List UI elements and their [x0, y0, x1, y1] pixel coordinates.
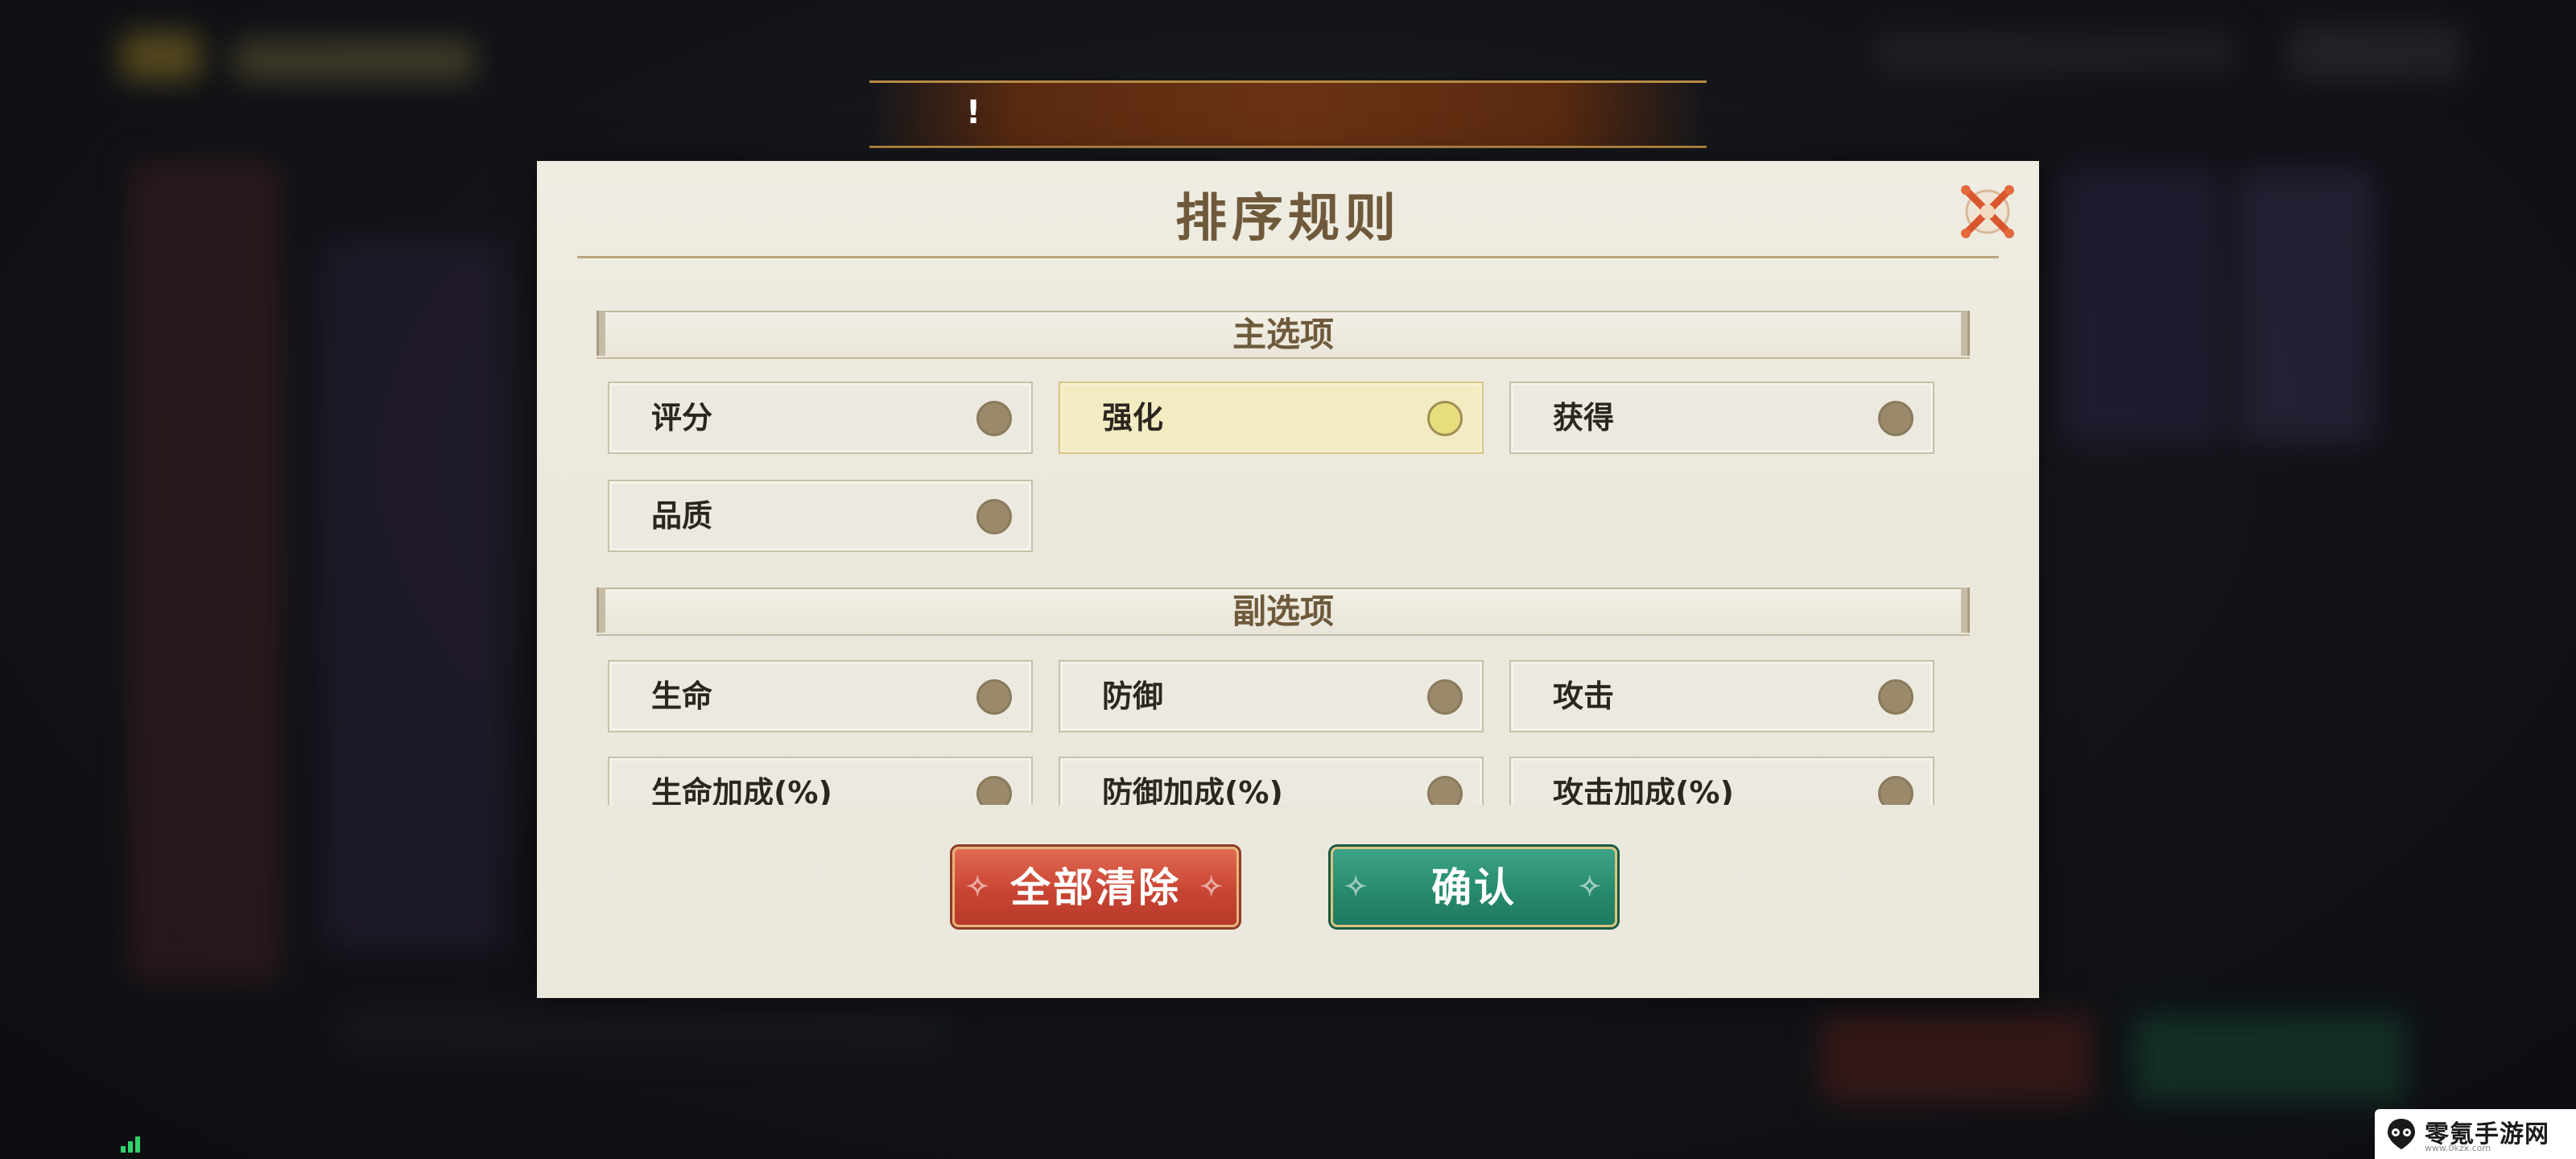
signal-strength-icon — [121, 1136, 140, 1153]
option-attack[interactable]: 攻击 — [1509, 660, 1934, 732]
option-label: 防御 — [1102, 678, 1164, 714]
sort-rules-dialog: 排序规则 主选项 评分 强化 获得 品质 副选项 生命 防御 攻击 生命加成(%… — [537, 161, 2039, 998]
watermark-url: www.0kzx.com — [2425, 1143, 2491, 1153]
radio-indicator-selected — [1427, 401, 1463, 436]
sparkle-icon: ✧ — [1578, 871, 1604, 903]
clear-all-button[interactable]: ✧ 全部清除 ✧ — [952, 847, 1239, 927]
option-label: 品质 — [651, 498, 713, 534]
confirm-button[interactable]: ✧ 确认 ✧ — [1331, 847, 1617, 927]
notice-banner: ! — [869, 80, 1707, 148]
radio-indicator — [1878, 401, 1913, 436]
option-defense-bonus[interactable]: 防御加成(%) — [1059, 757, 1484, 805]
secondary-section-header: 副选项 — [597, 588, 1970, 636]
radio-indicator — [976, 679, 1012, 715]
radio-indicator — [976, 401, 1012, 436]
option-label: 防御加成(%) — [1102, 775, 1283, 805]
watermark-logo-icon — [2388, 1119, 2415, 1149]
site-watermark: 零氪手游网 www.0kzx.com — [2375, 1109, 2576, 1159]
alert-mark: ! — [966, 94, 981, 131]
option-enhance[interactable]: 强化 — [1059, 382, 1484, 454]
option-label: 强化 — [1102, 400, 1164, 435]
option-defense[interactable]: 防御 — [1059, 660, 1484, 732]
option-label: 生命加成(%) — [651, 775, 832, 805]
sparkle-icon: ✧ — [966, 871, 992, 903]
option-quality[interactable]: 品质 — [608, 480, 1033, 552]
primary-section-title: 主选项 — [1232, 315, 1334, 354]
option-attack-bonus[interactable]: 攻击加成(%) — [1509, 757, 1934, 805]
option-obtained[interactable]: 获得 — [1509, 382, 1934, 454]
options-scroll-area[interactable]: 主选项 评分 强化 获得 品质 副选项 生命 防御 攻击 生命加成(%) 防御加… — [537, 161, 2039, 805]
clear-all-label: 全部清除 — [1010, 864, 1181, 911]
option-hp-bonus[interactable]: 生命加成(%) — [608, 757, 1033, 805]
option-label: 获得 — [1553, 400, 1615, 435]
confirm-label: 确认 — [1431, 864, 1517, 911]
option-label: 攻击 — [1553, 678, 1615, 714]
secondary-section-title: 副选项 — [1232, 592, 1334, 631]
radio-indicator — [1427, 679, 1463, 715]
option-hp[interactable]: 生命 — [608, 660, 1033, 732]
radio-indicator — [976, 776, 1012, 805]
radio-indicator — [1878, 776, 1913, 805]
sparkle-icon: ✧ — [1344, 871, 1370, 903]
option-score[interactable]: 评分 — [608, 382, 1033, 454]
option-label: 生命 — [651, 678, 713, 714]
radio-indicator — [1878, 679, 1913, 715]
radio-indicator — [976, 499, 1012, 534]
primary-section-header: 主选项 — [597, 311, 1970, 359]
option-label: 评分 — [651, 400, 713, 435]
sparkle-icon: ✧ — [1199, 871, 1225, 903]
radio-indicator — [1427, 776, 1463, 805]
option-label: 攻击加成(%) — [1553, 775, 1734, 805]
